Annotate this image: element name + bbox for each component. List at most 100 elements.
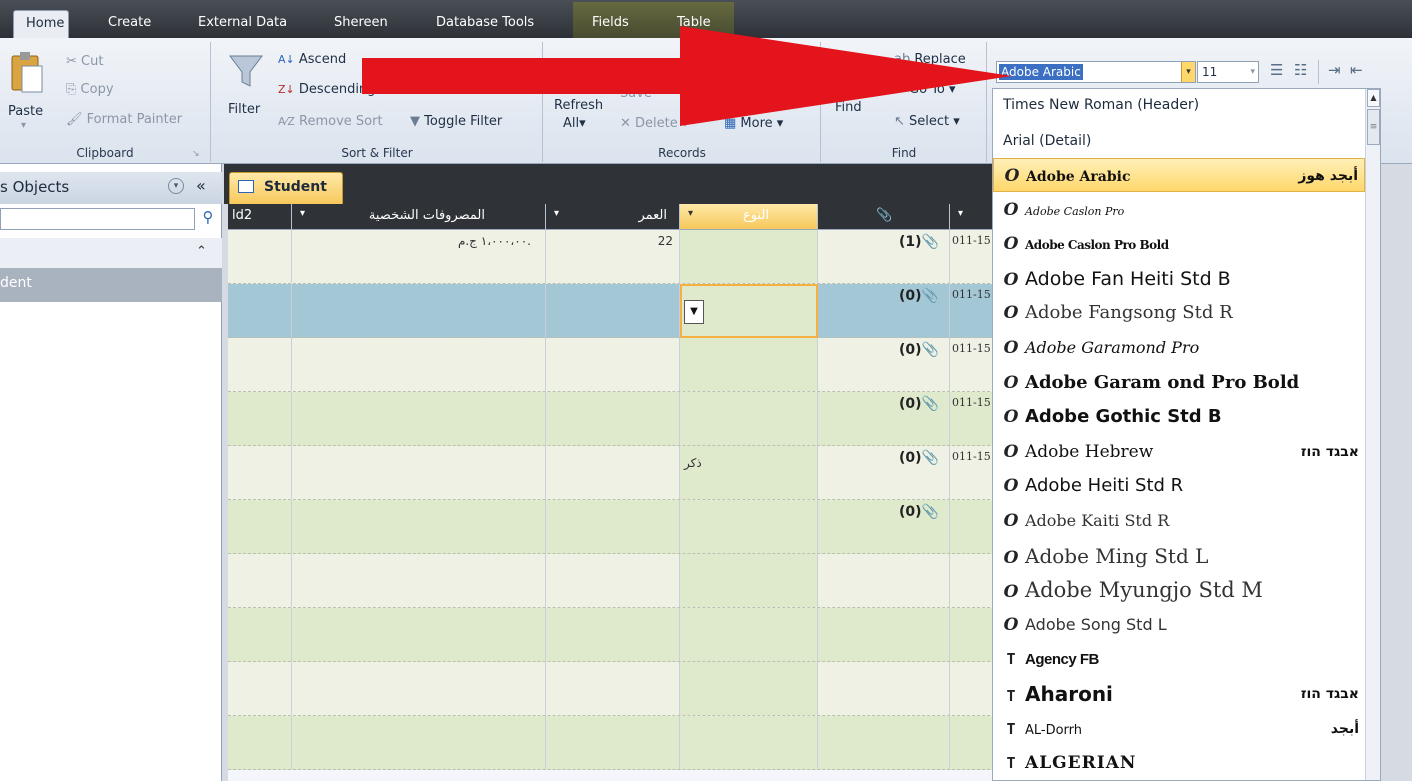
copy-button[interactable]: ⎘ Copy [66, 82, 114, 98]
navigation-search-input[interactable] [0, 208, 195, 230]
table-row[interactable]: ذكر (0)📎 011-15 [228, 446, 1000, 500]
scroll-thumb[interactable]: ≡ [1367, 109, 1380, 145]
cell-field2[interactable] [228, 338, 292, 391]
cell-expenses[interactable] [292, 662, 546, 715]
cell-gender[interactable] [680, 608, 818, 661]
cell-age[interactable] [546, 608, 680, 661]
font-item[interactable]: O Adobe Fangsong Std R [993, 296, 1365, 330]
cell-age[interactable]: 22 [546, 230, 680, 283]
cell-expenses[interactable] [292, 716, 546, 769]
cell-field2[interactable] [228, 608, 292, 661]
dropdown-scrollbar[interactable]: ▲ ≡ [1365, 89, 1380, 780]
cell-gender[interactable] [680, 500, 818, 553]
font-item[interactable]: O Adobe Garam ond Pro Bold [993, 366, 1365, 400]
font-item[interactable]: O Adobe Garamond Pro [993, 331, 1365, 365]
search-icon[interactable]: ⚲ [197, 208, 219, 230]
cell-attachments[interactable]: (1)📎 [818, 230, 950, 283]
column-dropdown-arrow[interactable]: ▾ [688, 208, 693, 219]
cell-field2[interactable] [228, 662, 292, 715]
column-dropdown-arrow[interactable]: ▾ [554, 208, 559, 219]
collapse-pane-icon[interactable]: « [196, 176, 206, 195]
clipboard-launcher-icon[interactable]: ↘ [192, 146, 200, 162]
tab-student[interactable]: Student [229, 172, 343, 204]
dropdown-arrow-icon[interactable]: ▼ [684, 300, 704, 324]
paste-dropdown-arrow[interactable]: ▾ [21, 118, 26, 134]
column-header-age[interactable]: ▾ العمر [546, 204, 680, 230]
cell-field2[interactable] [228, 284, 292, 337]
font-item[interactable]: O Adobe Caslon Pro [993, 193, 1365, 227]
cell-age[interactable] [546, 662, 680, 715]
table-row[interactable]: (0)📎 011-15 ▼ [228, 284, 1000, 338]
font-size-arrow-icon[interactable]: ▾ [1250, 64, 1255, 80]
cell-age[interactable] [546, 338, 680, 391]
tab-create[interactable]: Create [96, 10, 163, 38]
font-name-combobox[interactable]: Adobe Arabic ▾ [996, 61, 1196, 83]
font-item[interactable]: O Adobe Heiti Std R [993, 469, 1365, 503]
column-dropdown-arrow[interactable]: ▾ [300, 208, 305, 219]
cell-expenses[interactable]: ١،٠٠٠،٠٠ ج.م. [292, 230, 546, 283]
navigation-item-student[interactable]: dent [0, 268, 222, 302]
bullets-icon[interactable]: ☰ [1270, 62, 1283, 78]
font-size-combobox[interactable]: 11 ▾ [1197, 61, 1259, 83]
font-item[interactable]: O Adobe Arabic أبجد هوز [993, 158, 1365, 192]
cell-field2[interactable] [228, 392, 292, 445]
cell-expenses[interactable] [292, 608, 546, 661]
chevron-down-icon[interactable]: ▾ [168, 178, 184, 194]
cell-field2[interactable] [228, 500, 292, 553]
font-item[interactable]: O Adobe Gothic Std B [993, 400, 1365, 434]
cell-age[interactable] [546, 284, 680, 337]
table-row[interactable]: (0)📎 011-15 [228, 392, 1000, 446]
active-cell-combobox[interactable]: ▼ [680, 284, 818, 338]
column-header-gender[interactable]: ▾ النوع [680, 204, 818, 230]
paste-button[interactable] [8, 50, 46, 96]
cell-gender[interactable]: ذكر [680, 446, 818, 499]
cell-expenses[interactable] [292, 500, 546, 553]
table-row[interactable] [228, 662, 1000, 716]
table-row[interactable] [228, 554, 1000, 608]
cell-attachments[interactable] [818, 554, 950, 607]
cell-gender[interactable] [680, 392, 818, 445]
filter-button[interactable] [226, 50, 266, 92]
cell-age[interactable] [546, 500, 680, 553]
descending-button[interactable]: Z↓ Descending [278, 82, 375, 98]
font-item[interactable]: O Adobe Hebrew אבגד הוז [993, 435, 1365, 469]
cell-attachments[interactable]: (0)📎 [818, 338, 950, 391]
cell-gender[interactable] [680, 554, 818, 607]
cell-gender[interactable] [680, 662, 818, 715]
numbering-icon[interactable]: ☷ [1294, 62, 1307, 78]
table-row[interactable]: ١،٠٠٠،٠٠ ج.م. 22 (1)📎 011-15 [228, 230, 1000, 284]
column-dropdown-arrow[interactable]: ▾ [958, 208, 963, 219]
cell-attachments[interactable] [818, 662, 950, 715]
ascending-button[interactable]: A↓ Ascend [278, 52, 346, 68]
table-row[interactable]: (0)📎 011-15 [228, 338, 1000, 392]
column-header-field2[interactable]: ld2 [228, 204, 292, 230]
tab-home[interactable]: Home [13, 10, 69, 38]
font-item[interactable]: O Adobe Myungjo Std M [993, 573, 1365, 607]
font-item[interactable]: O Adobe Fan Heiti Std B [993, 262, 1365, 296]
cell-age[interactable] [546, 446, 680, 499]
cell-expenses[interactable] [292, 392, 546, 445]
cell-age[interactable] [546, 392, 680, 445]
tab-external-data[interactable]: External Data [186, 10, 299, 38]
cell-expenses[interactable] [292, 446, 546, 499]
column-header-expenses[interactable]: ▾ المصروفات الشخصية [292, 204, 546, 230]
indent-icon[interactable]: ⇥ [1328, 62, 1341, 78]
font-item[interactable]: T Agency FB [993, 642, 1365, 676]
cell-attachments[interactable]: (0)📎 [818, 500, 950, 553]
cell-attachments[interactable]: (0)📎 [818, 392, 950, 445]
cell-expenses[interactable] [292, 554, 546, 607]
font-item[interactable]: O Adobe Caslon Pro Bold [993, 227, 1365, 261]
column-header-attachments[interactable]: 📎 [818, 204, 950, 230]
format-painter-button[interactable]: 🖌 Format Painter [66, 112, 182, 128]
font-item[interactable]: O Adobe Song Std L [993, 608, 1365, 642]
cell-expenses[interactable] [292, 338, 546, 391]
cell-attachments[interactable] [818, 716, 950, 769]
font-item[interactable]: O Adobe Kaiti Std R [993, 504, 1365, 538]
cell-attachments[interactable]: (0)📎 [818, 284, 950, 337]
font-item[interactable]: T AL-Dorrh أبجد [993, 712, 1365, 746]
cell-expenses[interactable] [292, 284, 546, 337]
cell-gender[interactable] [680, 230, 818, 283]
cell-age[interactable] [546, 554, 680, 607]
cell-field2[interactable] [228, 230, 292, 283]
cell-age[interactable] [546, 716, 680, 769]
